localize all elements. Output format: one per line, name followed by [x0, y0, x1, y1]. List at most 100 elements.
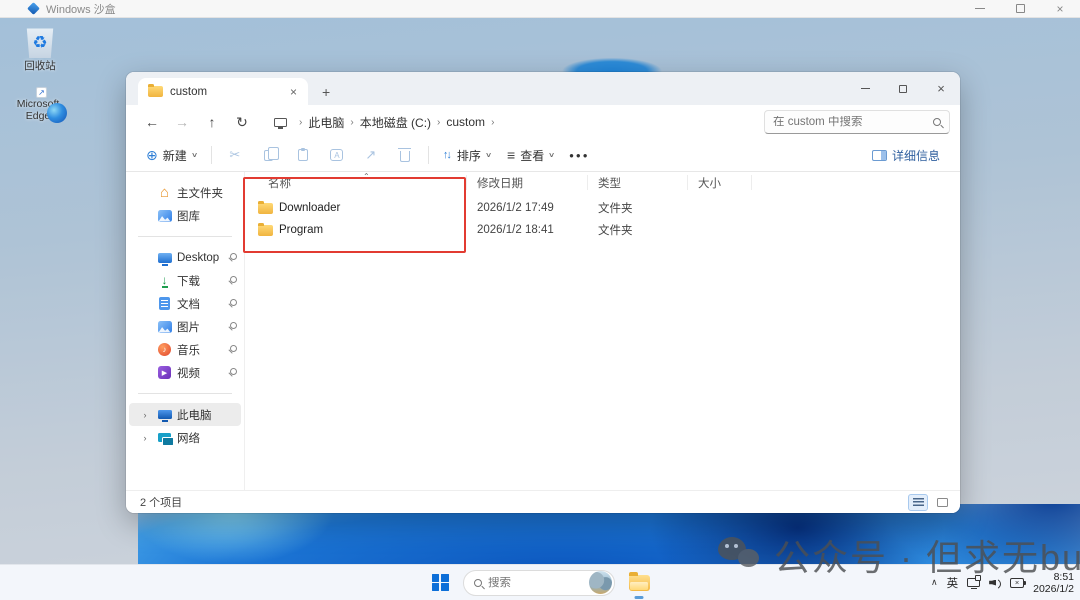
sandbox-titlebar: Windows 沙盒 ×: [0, 0, 1080, 18]
running-app-indicator: [635, 596, 644, 599]
taskbar-search-box[interactable]: [463, 570, 615, 596]
this-pc-icon: [274, 118, 287, 127]
up-button[interactable]: ↑: [198, 109, 226, 135]
sidebar-item-label: 主文件夹: [177, 185, 241, 201]
copy-button[interactable]: [252, 142, 286, 168]
cut-button[interactable]: ✂: [218, 142, 252, 168]
thumbnail-view-toggle[interactable]: [932, 494, 952, 511]
column-header-名称[interactable]: 名称: [245, 175, 467, 190]
tray-time: 8:51: [1033, 571, 1074, 583]
sidebar-item-网络[interactable]: › 网络: [129, 426, 241, 449]
file-list-rows: Downloader2026/1/2 17:49文件夹Program2026/1…: [245, 197, 960, 241]
search-highlight-image[interactable]: [589, 571, 612, 594]
new-tab-button[interactable]: +: [322, 84, 330, 100]
sidebar-icon-wrap: ▶: [156, 366, 173, 379]
back-button[interactable]: ←: [138, 109, 166, 135]
sort-button[interactable]: ↑↓ 排序 ∨: [435, 142, 499, 168]
paste-button[interactable]: [286, 142, 320, 168]
column-header-修改日期[interactable]: 修改日期: [467, 175, 588, 190]
close-button[interactable]: ×: [1040, 0, 1080, 17]
sidebar-item-Desktop[interactable]: Desktop: [129, 246, 241, 269]
share-button[interactable]: ↗: [354, 142, 388, 168]
explorer-sidebar: ⌂主文件夹图库Desktop↓下载文档图片♪音乐▶视频›此电脑›网络: [126, 172, 245, 490]
scissors-icon: ✂: [229, 147, 240, 163]
breadcrumb-separator-icon: ›: [485, 117, 500, 128]
tray-chevron-up-icon[interactable]: ∧: [931, 577, 938, 588]
taskbar-file-explorer[interactable]: [625, 569, 653, 597]
breadcrumb-items: ›此电脑›本地磁盘 (C:)›custom›: [293, 114, 500, 131]
search-icon: [474, 579, 482, 587]
table-row-Downloader[interactable]: Downloader2026/1/2 17:49文件夹: [245, 197, 960, 219]
sidebar-icon-wrap: [156, 253, 173, 263]
shortcut-arrow-icon: ↗: [36, 87, 47, 98]
view-button[interactable]: ≡ 查看 ∨: [499, 142, 562, 168]
maximize-icon: [899, 85, 907, 93]
desktop-icon-edge[interactable]: ↗ Microsoft Edge: [6, 96, 70, 122]
forward-button[interactable]: →: [168, 109, 196, 135]
column-header-大小[interactable]: 大小: [688, 175, 752, 190]
toolbar-divider: [428, 146, 429, 164]
explorer-tabbar: custom × + ×: [126, 72, 960, 105]
sidebar-icon-wrap: ⌂: [156, 185, 173, 200]
explorer-search-input[interactable]: [773, 116, 933, 128]
details-view-toggle[interactable]: [908, 494, 928, 511]
explorer-minimize-button[interactable]: [846, 72, 884, 105]
refresh-button[interactable]: ↻: [228, 109, 256, 135]
sidebar-item-下载[interactable]: ↓下载: [129, 269, 241, 292]
sidebar-item-label: 网络: [177, 430, 241, 446]
more-options-button[interactable]: ●●●: [562, 142, 596, 168]
tab-close-icon[interactable]: ×: [287, 85, 300, 99]
sidebar-item-label: 视频: [177, 365, 223, 381]
breadcrumb-item-此电脑[interactable]: 此电脑: [308, 114, 344, 131]
ime-indicator[interactable]: 英: [947, 575, 959, 591]
taskbar: ∧ 英 × 8:51 2026/1/2: [0, 564, 1080, 600]
maximize-button[interactable]: [1000, 0, 1040, 17]
column-header-类型[interactable]: 类型: [588, 175, 688, 190]
breadcrumb-item-本地磁盘 (C:)[interactable]: 本地磁盘 (C:): [360, 114, 431, 131]
maximize-icon: [1016, 4, 1025, 13]
details-pane-button[interactable]: 详细信息: [864, 142, 948, 168]
pictures-icon: [158, 321, 172, 333]
chevron-down-icon: ∨: [548, 151, 555, 159]
explorer-close-button[interactable]: ×: [922, 72, 960, 105]
sidebar-item-主文件夹[interactable]: ⌂ 主文件夹: [129, 181, 241, 204]
start-button[interactable]: [427, 570, 453, 596]
chevron-right-icon[interactable]: ›: [138, 410, 152, 420]
taskbar-search-input[interactable]: [488, 577, 583, 589]
tab-custom[interactable]: custom ×: [138, 78, 308, 105]
network-icon[interactable]: [967, 578, 980, 587]
table-row-Program[interactable]: Program2026/1/2 18:41文件夹: [245, 219, 960, 241]
sort-label: 排序: [457, 147, 481, 164]
sidebar-item-图片[interactable]: 图片: [129, 315, 241, 338]
explorer-maximize-button[interactable]: [884, 72, 922, 105]
delete-button[interactable]: [388, 142, 422, 168]
sidebar-item-图库[interactable]: 图库: [129, 204, 241, 227]
breadcrumb-item-custom[interactable]: custom: [446, 115, 485, 129]
search-icon: [933, 118, 941, 126]
explorer-search-box[interactable]: [764, 110, 950, 134]
sidebar-item-此电脑[interactable]: ›此电脑: [129, 403, 241, 426]
details-pane-icon: [872, 150, 887, 161]
desktop-icon-recycle-bin[interactable]: ♻ 回收站: [8, 26, 72, 72]
chevron-right-icon[interactable]: ›: [138, 433, 152, 443]
sort-ascending-icon: ⌃: [363, 172, 370, 181]
file-name: Program: [279, 224, 323, 236]
close-icon: ×: [937, 82, 945, 95]
sidebar-item-音乐[interactable]: ♪音乐: [129, 338, 241, 361]
windows-sandbox-screen: Windows 沙盒 × ♻ 回收站 ↗ Microsoft Edge: [0, 0, 1080, 600]
minimize-button[interactable]: [960, 0, 1000, 17]
rename-button[interactable]: A: [320, 142, 354, 168]
new-button[interactable]: ⊕ 新建 ∨: [138, 142, 205, 168]
share-icon: ↗: [365, 147, 376, 163]
speaker-icon[interactable]: [989, 578, 1001, 588]
chevron-down-icon: ∨: [485, 151, 492, 159]
file-list-header: 名称修改日期类型大小: [245, 172, 960, 193]
sidebar-item-视频[interactable]: ▶ 视频: [129, 361, 241, 384]
file-modified-cell: 2026/1/2 17:49: [467, 202, 588, 214]
windows-logo-icon: [432, 574, 449, 591]
battery-unavailable-icon[interactable]: ×: [1010, 578, 1024, 588]
sidebar-item-文档[interactable]: 文档: [129, 292, 241, 315]
file-explorer-window: custom × + × ← → ↑ ↻ ›此电脑›本地磁盘 (C:)›cus: [126, 72, 960, 513]
desktop-icon: [158, 253, 172, 263]
clock[interactable]: 8:51 2026/1/2: [1033, 571, 1074, 595]
